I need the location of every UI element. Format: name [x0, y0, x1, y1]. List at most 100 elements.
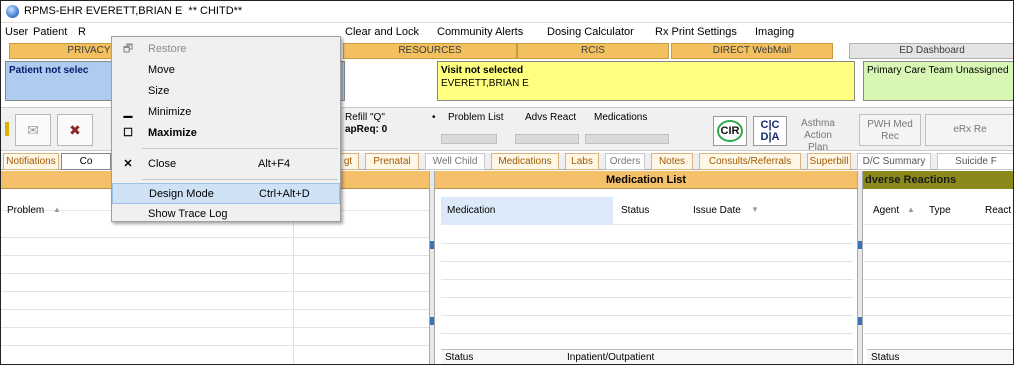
- adverse-reactions-header: dverse Reactions: [863, 171, 1013, 189]
- menu-dosing-calculator[interactable]: Dosing Calculator: [547, 26, 634, 38]
- tab-consults-referrals[interactable]: Consults/Referrals: [699, 153, 801, 170]
- cir-label: CIR: [717, 120, 743, 142]
- med-row-line: [441, 243, 853, 244]
- tab-dc-summary[interactable]: D/C Summary: [857, 153, 931, 170]
- asthma-action-plan-button[interactable]: Asthma Action Plan: [791, 114, 845, 153]
- visit-selector-panel[interactable]: Visit not selected EVERETT,BRIAN E: [437, 61, 855, 101]
- tab-well-child[interactable]: Well Child: [425, 153, 485, 170]
- problem-row-line: [1, 345, 429, 346]
- medications-button[interactable]: Medications: [594, 112, 647, 123]
- problem-list-button[interactable]: Problem List: [448, 112, 504, 123]
- menu-item-maximize[interactable]: ☐ Maximize: [112, 123, 340, 144]
- tab-suicide-form[interactable]: Suicide F: [937, 153, 1013, 170]
- tab-direct-webmail[interactable]: DIRECT WebMail: [671, 43, 833, 59]
- tab-notifications[interactable]: Notifiations: [3, 153, 59, 170]
- menu-imaging[interactable]: Imaging: [755, 26, 794, 38]
- menu-item-close[interactable]: ✕ Close Alt+F4: [112, 154, 340, 175]
- med-row-line: [441, 279, 853, 280]
- menu-item-design-mode[interactable]: Design Mode Ctrl+Alt+D: [112, 183, 340, 204]
- status-col-header[interactable]: Status: [621, 205, 649, 216]
- agent-col-header[interactable]: Agent: [873, 205, 899, 216]
- menu-r-truncated[interactable]: R: [78, 26, 86, 38]
- refill-queue[interactable]: Refill "Q" apReq: 0: [345, 112, 387, 136]
- splitter-grip-icon: [430, 317, 434, 325]
- reaction-col-header[interactable]: React: [985, 205, 1011, 216]
- cic-dia-button[interactable]: C|C D|A: [753, 116, 787, 146]
- application-window: RPMS-EHR EVERETT,BRIAN E ** CHITD** User…: [0, 0, 1014, 365]
- advs-react-button[interactable]: Advs React: [525, 112, 576, 123]
- erx-button[interactable]: eRx Re: [925, 114, 1013, 146]
- tab-orders[interactable]: Orders: [605, 153, 645, 170]
- menu-community-alerts[interactable]: Community Alerts: [437, 26, 523, 38]
- sort-desc-icon: ▼: [751, 205, 759, 214]
- menu-clear-and-lock[interactable]: Clear and Lock: [345, 26, 419, 38]
- toolbar-grip-icon: [5, 122, 9, 136]
- tab-cover-sheet[interactable]: Co: [61, 153, 111, 170]
- issue-date-col-header[interactable]: Issue Date: [693, 205, 741, 216]
- window-system-menu: 🗗 Restore Move Size ▁ Minimize ☐ Maximiz…: [111, 36, 341, 222]
- sort-asc-icon: ▲: [907, 205, 915, 214]
- med-row-line: [441, 315, 853, 316]
- pwh-med-rec-button[interactable]: PWH Med Rec: [859, 114, 921, 146]
- adverse-row-line: [863, 315, 1013, 316]
- app-globe-icon[interactable]: [6, 5, 19, 18]
- toolbox-icon[interactable]: ✖: [57, 114, 93, 146]
- medication-list-header: Medication List: [435, 171, 857, 189]
- med-row-line: [441, 333, 853, 334]
- tab-notes[interactable]: Notes: [651, 153, 693, 170]
- problem-row-line: [1, 255, 429, 256]
- window-title: RPMS-EHR EVERETT,BRIAN E ** CHITD**: [24, 5, 243, 17]
- medications-indicator: [585, 134, 669, 144]
- medication-list-panel: Medication List Medication Status Issue …: [435, 171, 857, 364]
- menu-separator: [142, 179, 338, 180]
- med-row-line: [441, 297, 853, 298]
- design-mode-shortcut: Ctrl+Alt+D: [259, 188, 310, 200]
- med-row-line: [441, 261, 853, 262]
- problem-row-line: [1, 327, 429, 328]
- medication-column-headers: Medication Status Issue Date ▼: [441, 197, 853, 225]
- adverse-row-line: [863, 333, 1013, 334]
- adverse-row-line: [863, 243, 1013, 244]
- tab-ed-dashboard[interactable]: ED Dashboard: [849, 43, 1013, 59]
- maximize-icon: ☐: [123, 127, 133, 139]
- tab-medications[interactable]: Medications: [491, 153, 559, 170]
- close-icon: ✕: [123, 158, 133, 170]
- menu-user[interactable]: User: [5, 26, 28, 38]
- care-team-panel[interactable]: Primary Care Team Unassigned: [863, 61, 1013, 101]
- minimize-icon: ▁: [123, 106, 133, 118]
- menu-item-size[interactable]: Size: [112, 81, 340, 102]
- splitter-grip-icon: [858, 241, 862, 249]
- close-shortcut: Alt+F4: [258, 158, 291, 170]
- menu-rx-print-settings[interactable]: Rx Print Settings: [655, 26, 737, 38]
- menu-item-minimize[interactable]: ▁ Minimize: [112, 102, 340, 123]
- sort-asc-icon: ▲: [53, 205, 61, 214]
- adverse-status-bar: Status: [867, 349, 1013, 364]
- problem-row-line: [1, 237, 429, 238]
- menu-separator: [142, 148, 338, 149]
- splitter-grip-icon: [430, 241, 434, 249]
- menu-item-move[interactable]: Move: [112, 60, 340, 81]
- visit-provider: EVERETT,BRIAN E: [441, 78, 529, 89]
- type-col-header[interactable]: Type: [929, 205, 951, 216]
- cir-button[interactable]: CIR: [713, 116, 747, 146]
- tab-resources[interactable]: RESOURCES: [343, 43, 517, 59]
- visit-status: Visit not selected: [441, 65, 524, 76]
- advs-react-indicator: [515, 134, 579, 144]
- adverse-row-line: [863, 297, 1013, 298]
- tab-superbill[interactable]: Superbill: [807, 153, 851, 170]
- menu-item-restore[interactable]: 🗗 Restore: [112, 39, 340, 60]
- tab-prenatal[interactable]: Prenatal: [365, 153, 419, 170]
- adverse-row-line: [863, 261, 1013, 262]
- menu-patient[interactable]: Patient: [33, 26, 67, 38]
- medication-col-header[interactable]: Medication: [441, 197, 613, 225]
- tab-rcis[interactable]: RCIS: [517, 43, 669, 59]
- toolbar-bullet: •: [432, 112, 436, 123]
- problem-row-line: [1, 309, 429, 310]
- tab-labs[interactable]: Labs: [565, 153, 599, 170]
- menu-item-show-trace-log[interactable]: Show Trace Log: [112, 204, 340, 225]
- mail-icon[interactable]: ✉: [15, 114, 51, 146]
- problem-list-indicator: [441, 134, 497, 144]
- adverse-column-headers: Agent ▲ Type React: [863, 197, 1013, 225]
- problem-row-line: [1, 273, 429, 274]
- title-bar[interactable]: RPMS-EHR EVERETT,BRIAN E ** CHITD**: [1, 1, 1013, 23]
